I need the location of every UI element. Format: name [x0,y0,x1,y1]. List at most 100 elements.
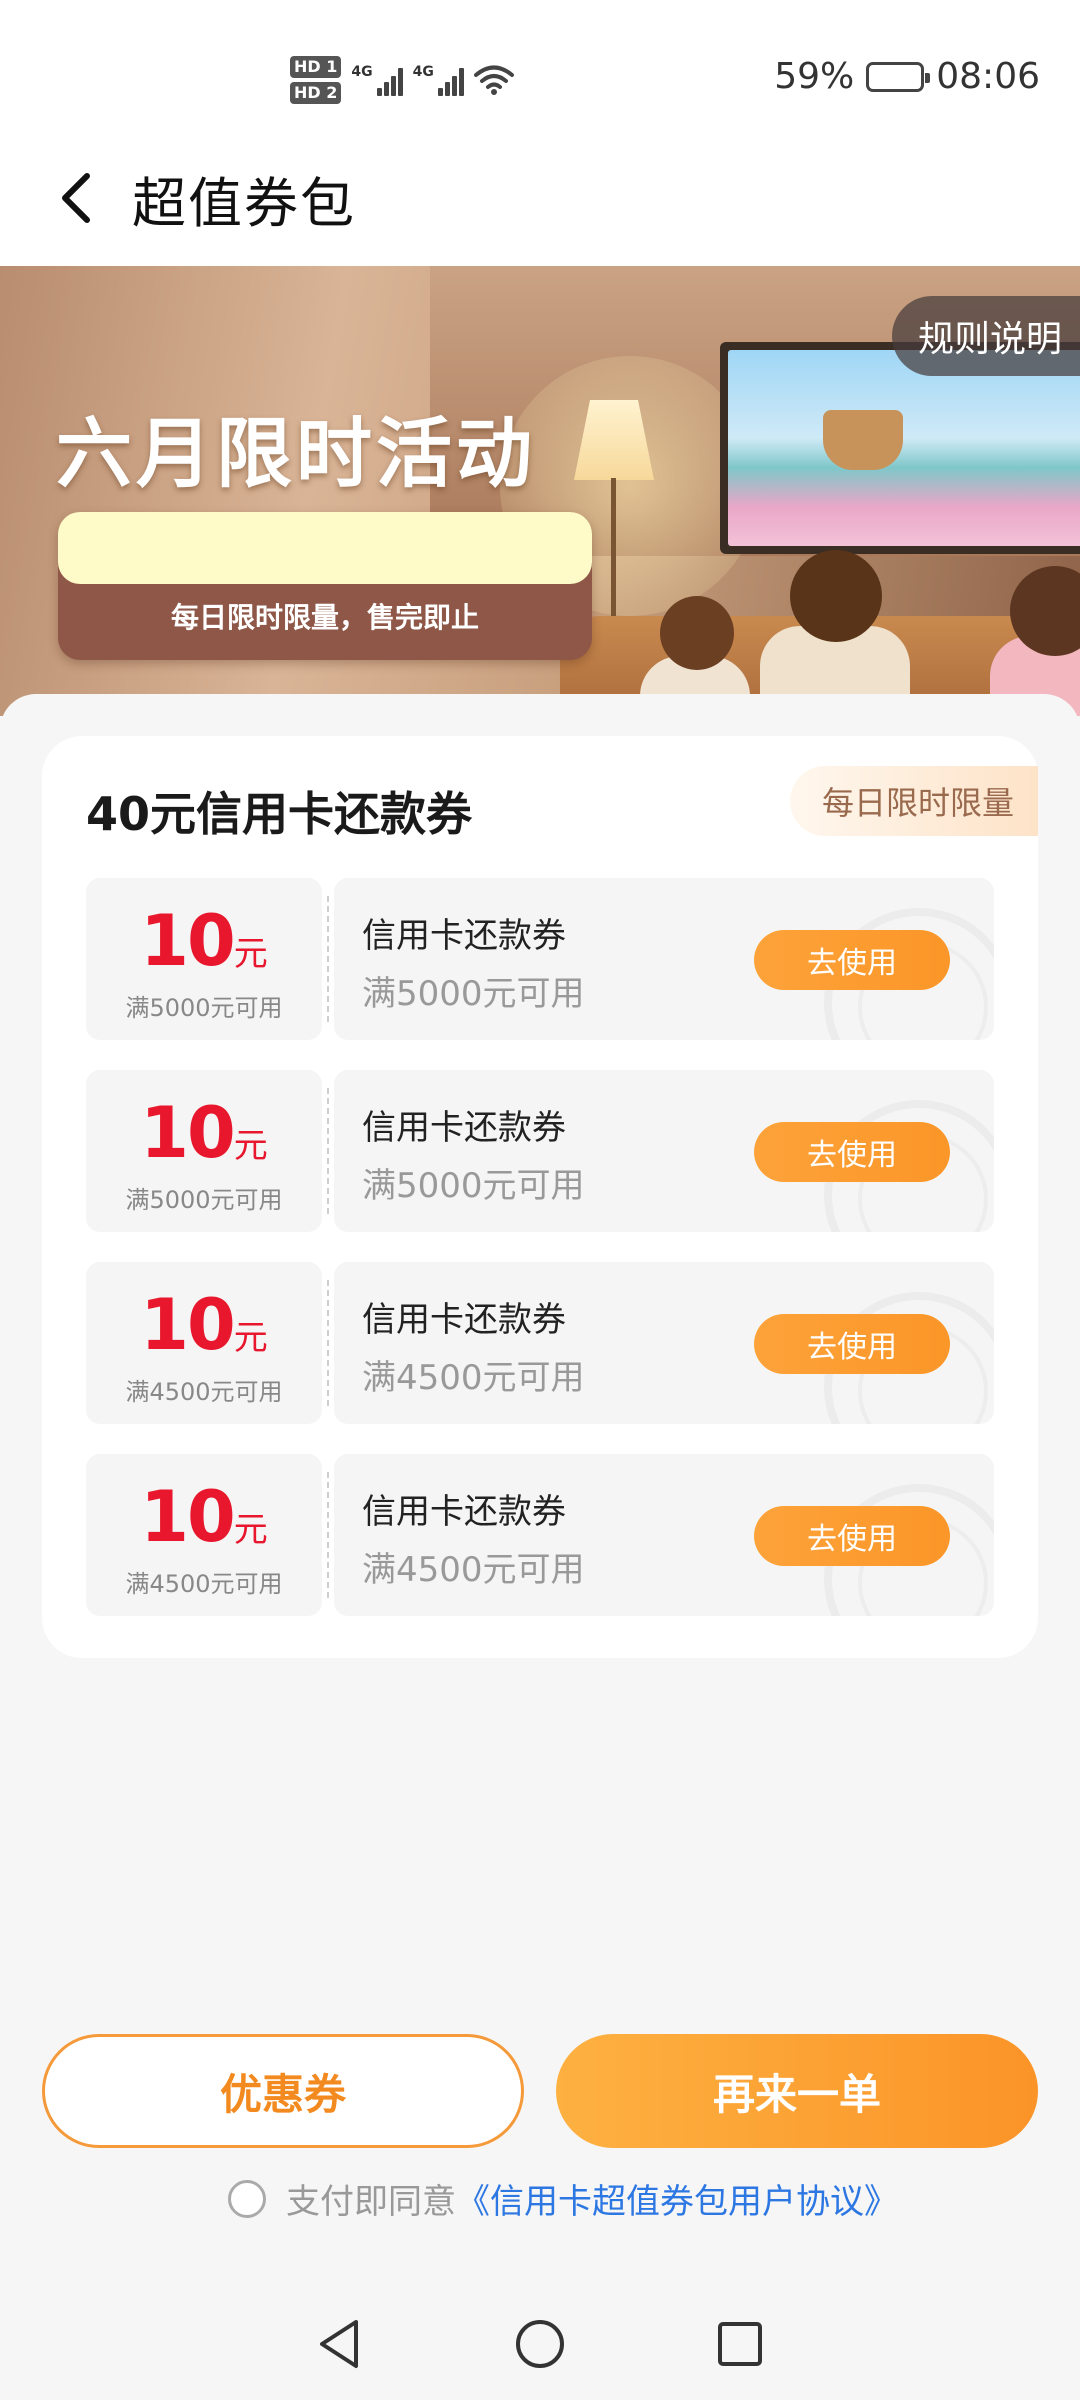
adult-head [790,550,882,642]
use-coupon-button[interactable]: 去使用 [754,1122,950,1182]
nav-back-button[interactable] [305,2309,375,2379]
coupon-divider [322,1070,334,1232]
coupon-amount-number: 10 [140,900,235,982]
hd-badges: HD 1 HD 2 [290,56,342,104]
coupon-info-block: 信用卡还款券 满5000元可用 去使用 [334,1070,994,1232]
coupon-threshold: 满5000元可用 [125,1186,283,1214]
coupon-amount: 10元 [86,1476,322,1558]
promo-banner: 六月限时活动 每日限时限量，售完即止 规则说明 [0,266,1080,716]
system-nav-bar [0,2288,1080,2400]
coupon-threshold: 满4500元可用 [125,1378,283,1406]
back-button[interactable] [30,153,120,243]
signal-icon: 4G [413,64,464,96]
banner-title: 六月限时活动 [56,409,536,498]
network-type-label: 4G [412,64,434,80]
coupon-amount-unit: 元 [233,934,268,974]
signal-bar [390,76,396,96]
network-indicators: HD 1 HD 2 4G 4G [290,48,514,112]
tv-screen [728,350,1080,546]
hd-badge-2: HD 2 [290,82,342,104]
child-head [660,596,734,670]
nav-header: 超值券包 [0,130,1080,266]
signal-icon: 4G [351,64,403,96]
signal-bar [444,82,450,96]
use-coupon-button[interactable]: 去使用 [754,1506,950,1566]
limited-tag: 每日限时限量 [789,766,1038,836]
banner-subtitle: 每日限时限量，售完即止 [170,601,479,634]
coupon-name: 信用卡还款券 [362,1492,566,1532]
coupon-detail: 满5000元可用 [362,974,585,1014]
coupon-item: 10元 满4500元可用 信用卡还款券 满4500元可用 去使用 [86,1454,994,1616]
coupon-name: 信用卡还款券 [362,1108,566,1148]
circle-home-icon [516,2320,564,2368]
agreement-row: 支付即同意 《信用卡超值券包用户协议》 [228,2174,898,2223]
use-coupon-button[interactable]: 去使用 [754,930,950,990]
coupon-amount: 10元 [86,1092,322,1174]
signal-bar [397,68,403,96]
battery-icon [866,61,931,92]
coupon-amount-unit: 元 [233,1318,268,1358]
rules-button[interactable]: 规则说明 [891,296,1080,376]
signal-bar [437,88,443,96]
reorder-button[interactable]: 再来一单 [556,2034,1038,2148]
coupon-info-block: 信用卡还款券 满4500元可用 去使用 [334,1454,994,1616]
hd-label: HD [294,83,321,102]
coupon-detail: 满4500元可用 [362,1550,585,1590]
coupon-info-block: 信用卡还款券 满4500元可用 去使用 [334,1262,994,1424]
coupon-amount-number: 10 [140,1476,235,1558]
battery-percent: 59% [774,56,855,97]
agreement-radio[interactable] [228,2179,266,2218]
agreement-text: 支付即同意 [286,2182,456,2222]
signal-bar [376,88,382,96]
coupon-amount: 10元 [86,900,322,982]
network-type-label: 4G [351,64,373,80]
nav-home-button[interactable] [505,2309,575,2379]
banner-subtitle-box: 每日限时限量，售完即止 [58,512,592,660]
hd-badge-1: HD 1 [290,56,342,78]
signal-bar [383,82,389,96]
agreement-link[interactable]: 《信用卡超值券包用户协议》 [456,2174,898,2223]
coupon-value-block: 10元 满5000元可用 [86,1070,322,1232]
coupon-detail: 满5000元可用 [362,1166,585,1206]
coupon-detail: 满4500元可用 [362,1358,585,1398]
coupon-divider [322,1262,334,1424]
coupon-name: 信用卡还款券 [362,916,566,956]
coupon-value-block: 10元 满4500元可用 [86,1454,322,1616]
coupon-threshold: 满4500元可用 [125,1570,283,1598]
square-recents-icon [718,2322,762,2366]
coupon-amount-number: 10 [140,1284,235,1366]
coupon-divider [322,1454,334,1616]
coupon-item: 10元 满4500元可用 信用卡还款券 满4500元可用 去使用 [86,1262,994,1424]
signal-bar [458,68,464,96]
wifi-icon [473,65,514,95]
main-content: 40元信用卡还款券 每日限时限量 10元 满5000元可用 信用卡还款券 满50… [0,694,1080,2214]
sim-number: 1 [326,57,338,76]
signal-bar [451,76,457,96]
coupon-pack-card: 40元信用卡还款券 每日限时限量 10元 满5000元可用 信用卡还款券 满50… [42,736,1038,1658]
coupon-amount-unit: 元 [233,1126,268,1166]
status-right: 59% 08:06 [774,56,1040,97]
chevron-left-icon [62,173,90,223]
page-title: 超值券包 [132,171,356,235]
coupon-divider [322,878,334,1040]
coupon-amount-number: 10 [140,1092,235,1174]
coupon-info-block: 信用卡还款券 满5000元可用 去使用 [334,878,994,1040]
coupon-item: 10元 满5000元可用 信用卡还款券 满5000元可用 去使用 [86,878,994,1040]
banner-highlight-pill [58,512,592,584]
coupon-name: 信用卡还款券 [362,1300,566,1340]
coupon-item: 10元 满5000元可用 信用卡还款券 满5000元可用 去使用 [86,1070,994,1232]
coupon-button[interactable]: 优惠券 [42,2034,524,2148]
hd-label: HD [294,57,321,76]
nav-recents-button[interactable] [705,2309,775,2379]
coupon-amount-unit: 元 [233,1510,268,1550]
sim-number: 2 [326,83,338,102]
basket-illustration [823,410,903,470]
pack-title: 40元信用卡还款券 [86,787,473,841]
coupon-value-block: 10元 满5000元可用 [86,878,322,1040]
clock: 08:06 [936,56,1040,97]
coupon-threshold: 满5000元可用 [125,994,283,1022]
coupon-amount: 10元 [86,1284,322,1366]
coupon-value-block: 10元 满4500元可用 [86,1262,322,1424]
use-coupon-button[interactable]: 去使用 [754,1314,950,1374]
triangle-back-icon [320,2320,358,2368]
